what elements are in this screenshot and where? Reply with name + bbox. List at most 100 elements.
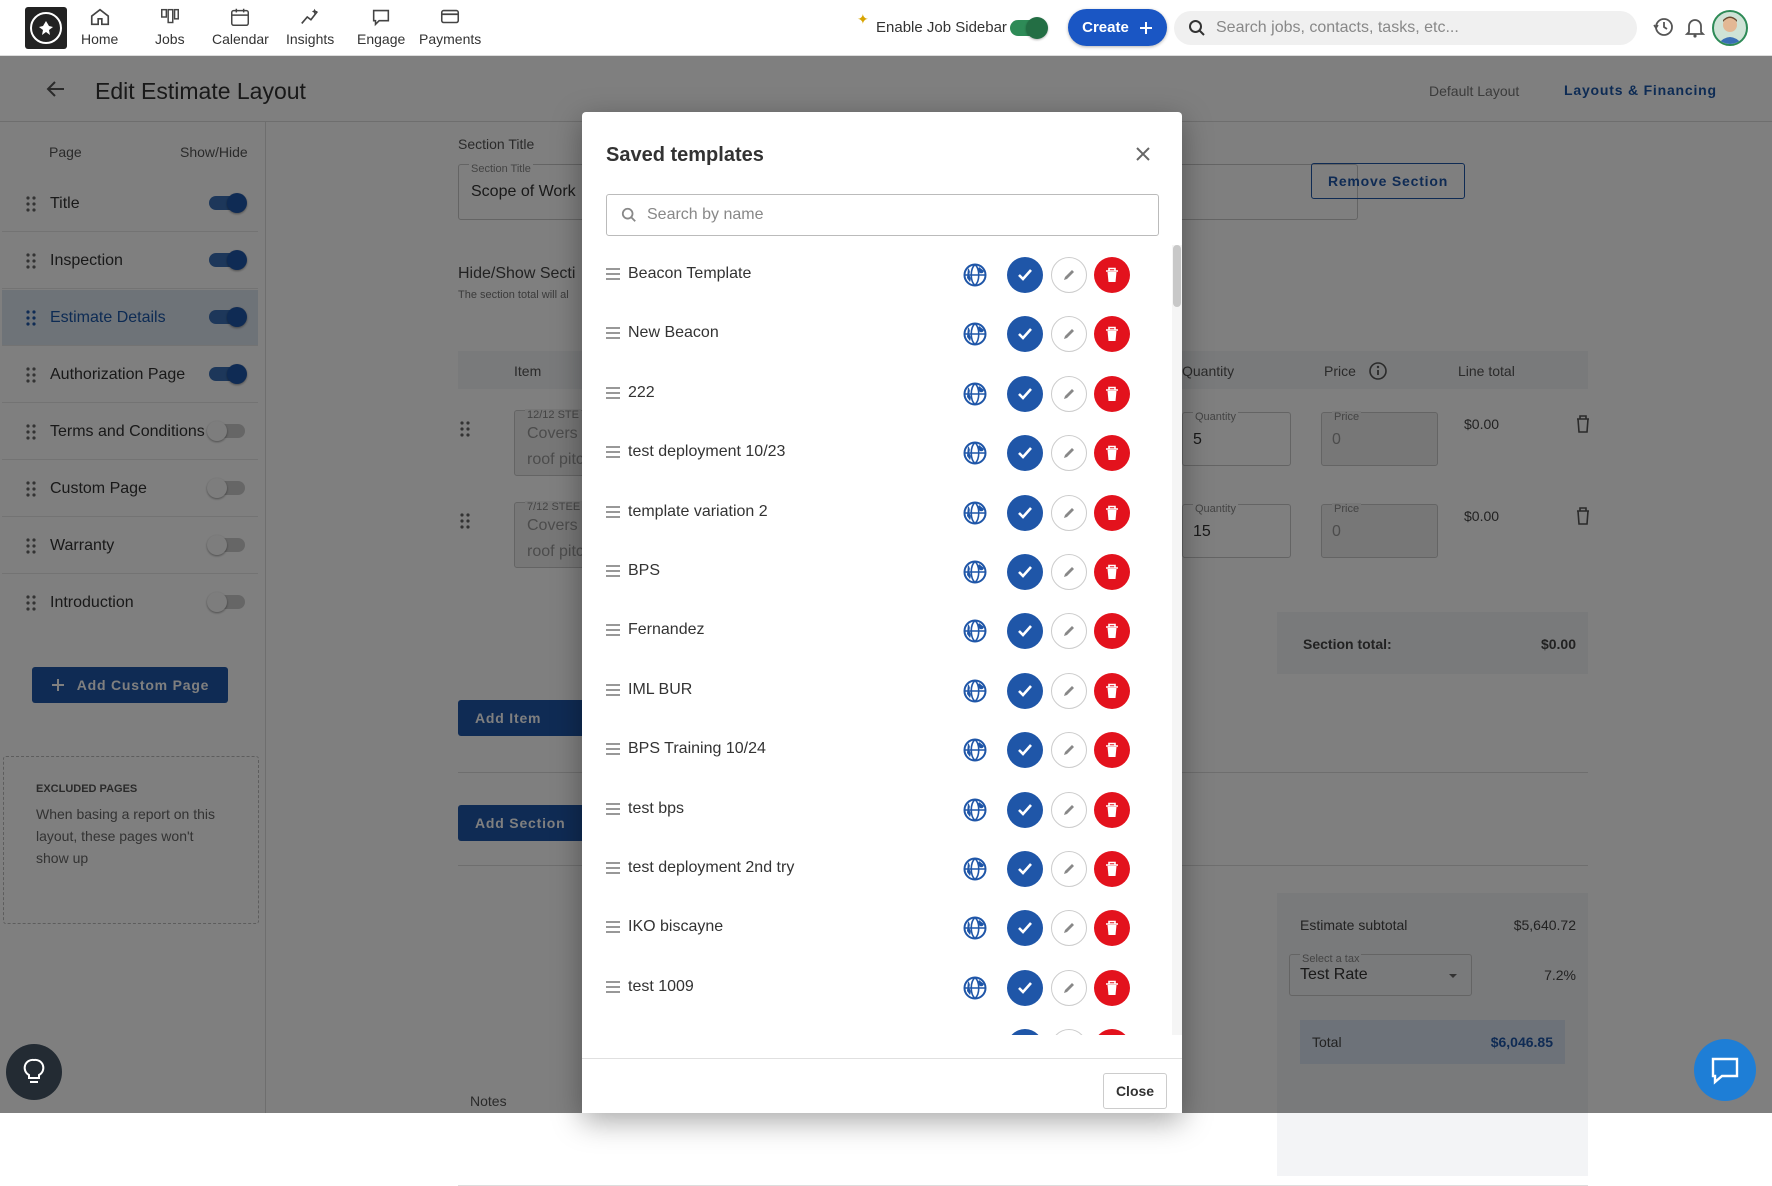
edit-template-button[interactable] xyxy=(1051,316,1087,352)
edit-template-button[interactable] xyxy=(1051,1029,1087,1035)
edit-template-button[interactable] xyxy=(1051,435,1087,471)
delete-template-button[interactable] xyxy=(1094,792,1130,828)
edit-template-button[interactable] xyxy=(1051,554,1087,590)
globe-icon[interactable] xyxy=(962,262,988,288)
delete-template-button[interactable] xyxy=(1094,495,1130,531)
apply-template-button[interactable] xyxy=(1007,851,1043,887)
nav-payments[interactable]: Payments xyxy=(419,6,481,47)
create-button[interactable]: Create xyxy=(1068,9,1167,46)
drag-handle-icon[interactable] xyxy=(606,624,620,636)
drag-handle-icon[interactable] xyxy=(606,268,620,280)
delete-template-button[interactable] xyxy=(1094,1029,1130,1035)
edit-template-button[interactable] xyxy=(1051,970,1087,1006)
delete-template-button[interactable] xyxy=(1094,257,1130,293)
template-row[interactable]: test bps xyxy=(582,780,1172,840)
close-button[interactable]: Close xyxy=(1103,1073,1167,1109)
template-row[interactable]: IML BUR xyxy=(582,661,1172,721)
globe-icon[interactable] xyxy=(962,321,988,347)
nav-jobs[interactable]: Jobs xyxy=(155,6,185,47)
drag-handle-icon[interactable] xyxy=(606,327,620,339)
delete-template-button[interactable] xyxy=(1094,732,1130,768)
chat-support-button[interactable] xyxy=(1694,1039,1756,1101)
template-row[interactable]: test deployment 10/23 xyxy=(582,423,1172,483)
template-search-input[interactable]: Search by name xyxy=(606,194,1159,236)
drag-handle-icon[interactable] xyxy=(606,506,620,518)
template-row[interactable]: BPS xyxy=(582,542,1172,602)
delete-template-button[interactable] xyxy=(1094,554,1130,590)
apply-template-button[interactable] xyxy=(1007,1029,1043,1035)
apply-template-button[interactable] xyxy=(1007,316,1043,352)
drag-handle-icon[interactable] xyxy=(606,981,620,993)
edit-template-button[interactable] xyxy=(1051,792,1087,828)
template-row[interactable]: test deployment 2nd try xyxy=(582,839,1172,899)
template-row[interactable]: template variation 2 xyxy=(582,483,1172,543)
drag-handle-icon[interactable] xyxy=(606,862,620,874)
apply-template-button[interactable] xyxy=(1007,910,1043,946)
company-logo[interactable] xyxy=(25,7,67,49)
delete-template-button[interactable] xyxy=(1094,673,1130,709)
template-row[interactable]: New Beacon xyxy=(582,304,1172,364)
globe-icon[interactable] xyxy=(962,618,988,644)
delete-template-button[interactable] xyxy=(1094,376,1130,412)
template-row[interactable]: Beacon Template xyxy=(582,245,1172,305)
help-tips-button[interactable] xyxy=(6,1044,62,1100)
scrollbar-thumb[interactable] xyxy=(1173,245,1181,307)
edit-template-button[interactable] xyxy=(1051,613,1087,649)
drag-handle-icon[interactable] xyxy=(606,743,620,755)
template-row[interactable]: IKO biscayne xyxy=(582,898,1172,958)
delete-template-button[interactable] xyxy=(1094,851,1130,887)
drag-handle-icon[interactable] xyxy=(606,387,620,399)
global-search-input[interactable]: Search jobs, contacts, tasks, etc... xyxy=(1174,11,1637,45)
globe-icon[interactable] xyxy=(962,500,988,526)
apply-template-button[interactable] xyxy=(1007,970,1043,1006)
edit-template-button[interactable] xyxy=(1051,732,1087,768)
globe-icon[interactable] xyxy=(962,1034,988,1035)
template-row[interactable]: BPS Training 10/24 xyxy=(582,720,1172,780)
drag-handle-icon[interactable] xyxy=(606,446,620,458)
globe-icon[interactable] xyxy=(962,559,988,585)
apply-template-button[interactable] xyxy=(1007,673,1043,709)
bell-icon[interactable] xyxy=(1684,16,1706,38)
user-avatar[interactable] xyxy=(1712,10,1748,46)
scrollbar-track[interactable] xyxy=(1172,245,1182,1035)
globe-icon[interactable] xyxy=(962,915,988,941)
drag-handle-icon[interactable] xyxy=(606,921,620,933)
globe-icon[interactable] xyxy=(962,440,988,466)
globe-icon[interactable] xyxy=(962,678,988,704)
drag-handle-icon[interactable] xyxy=(606,565,620,577)
apply-template-button[interactable] xyxy=(1007,376,1043,412)
apply-template-button[interactable] xyxy=(1007,435,1043,471)
drag-handle-icon[interactable] xyxy=(606,684,620,696)
apply-template-button[interactable] xyxy=(1007,495,1043,531)
edit-template-button[interactable] xyxy=(1051,376,1087,412)
job-sidebar-toggle[interactable] xyxy=(1010,17,1048,39)
globe-icon[interactable] xyxy=(962,975,988,1001)
delete-template-button[interactable] xyxy=(1094,435,1130,471)
template-row[interactable]: test 1009 xyxy=(582,958,1172,1018)
delete-template-button[interactable] xyxy=(1094,910,1130,946)
close-icon[interactable] xyxy=(1135,146,1151,162)
apply-template-button[interactable] xyxy=(1007,613,1043,649)
globe-icon[interactable] xyxy=(962,737,988,763)
drag-handle-icon[interactable] xyxy=(606,803,620,815)
apply-template-button[interactable] xyxy=(1007,554,1043,590)
edit-template-button[interactable] xyxy=(1051,257,1087,293)
nav-calendar[interactable]: Calendar xyxy=(212,6,269,47)
template-row[interactable]: template variation xyxy=(582,1017,1172,1035)
template-row[interactable]: Fernandez xyxy=(582,601,1172,661)
nav-insights[interactable]: Insights xyxy=(286,6,334,47)
delete-template-button[interactable] xyxy=(1094,316,1130,352)
edit-template-button[interactable] xyxy=(1051,851,1087,887)
delete-template-button[interactable] xyxy=(1094,970,1130,1006)
globe-icon[interactable] xyxy=(962,381,988,407)
edit-template-button[interactable] xyxy=(1051,910,1087,946)
apply-template-button[interactable] xyxy=(1007,792,1043,828)
nav-engage[interactable]: Engage xyxy=(357,6,405,47)
apply-template-button[interactable] xyxy=(1007,732,1043,768)
edit-template-button[interactable] xyxy=(1051,673,1087,709)
apply-template-button[interactable] xyxy=(1007,257,1043,293)
globe-icon[interactable] xyxy=(962,856,988,882)
delete-template-button[interactable] xyxy=(1094,613,1130,649)
template-row[interactable]: 222 xyxy=(582,364,1172,424)
nav-home[interactable]: Home xyxy=(81,6,118,47)
